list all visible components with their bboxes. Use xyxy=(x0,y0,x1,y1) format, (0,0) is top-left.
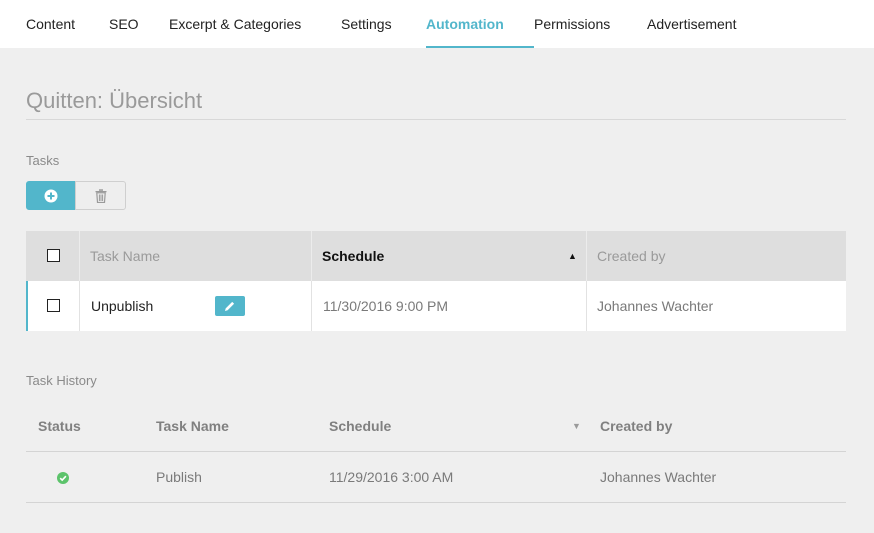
column-header-task-name[interactable]: Task Name xyxy=(156,401,229,451)
sort-ascending-icon: ▲ xyxy=(568,251,577,261)
task-name: Unpublish xyxy=(91,298,154,314)
select-all-checkbox[interactable] xyxy=(47,249,60,262)
add-task-button[interactable] xyxy=(26,181,76,210)
title-divider xyxy=(26,119,846,120)
history-schedule: 11/29/2016 3:00 AM xyxy=(329,469,454,485)
row-checkbox[interactable] xyxy=(47,299,60,312)
success-check-icon xyxy=(57,472,69,484)
schedule-cell: 11/30/2016 9:00 PM xyxy=(311,281,586,331)
select-all-cell xyxy=(26,231,79,281)
trash-icon xyxy=(95,189,107,203)
history-task-name: Publish xyxy=(156,469,202,485)
table-row[interactable]: Unpublish 11/30/2016 9:00 PM Johannes Wa… xyxy=(26,281,846,331)
created-by-cell: Johannes Wachter xyxy=(586,281,846,331)
tab-seo[interactable]: SEO xyxy=(109,0,139,48)
tasks-table-header: Task Name Schedule ▲ Created by xyxy=(26,231,846,281)
column-header-task-name[interactable]: Task Name xyxy=(79,231,311,281)
task-history-header: Status Task Name Schedule ▼ Created by xyxy=(26,401,846,452)
sort-descending-icon: ▼ xyxy=(572,421,581,431)
task-history-section-label: Task History xyxy=(26,373,97,388)
task-history-table: Status Task Name Schedule ▼ Created by P… xyxy=(26,401,846,503)
tasks-section-label: Tasks xyxy=(26,153,60,168)
tab-content[interactable]: Content xyxy=(26,0,75,48)
tab-advertisement[interactable]: Advertisement xyxy=(647,0,736,48)
row-select-cell xyxy=(28,281,81,331)
column-header-status[interactable]: Status xyxy=(38,401,81,451)
page-title: Quitten: Übersicht xyxy=(26,88,203,113)
column-header-schedule-label: Schedule xyxy=(322,248,385,264)
top-tab-bar: Content SEO Excerpt & Categories Setting… xyxy=(0,0,874,48)
task-name-cell: Unpublish xyxy=(79,281,311,331)
tasks-table: Task Name Schedule ▲ Created by Unpublis… xyxy=(26,231,846,331)
tab-permissions[interactable]: Permissions xyxy=(534,0,610,48)
tab-settings[interactable]: Settings xyxy=(341,0,392,48)
delete-task-button[interactable] xyxy=(75,181,126,210)
tab-excerpt-categories[interactable]: Excerpt & Categories xyxy=(169,0,301,48)
pencil-icon xyxy=(225,301,235,311)
active-tab-indicator xyxy=(426,46,534,48)
column-header-schedule[interactable]: Schedule ▲ xyxy=(311,231,586,281)
plus-circle-icon xyxy=(44,189,58,203)
column-header-schedule[interactable]: Schedule xyxy=(329,401,391,451)
table-row: Publish 11/29/2016 3:00 AM Johannes Wach… xyxy=(26,452,846,503)
edit-task-button[interactable] xyxy=(215,296,245,316)
tab-automation[interactable]: Automation xyxy=(426,0,504,48)
column-header-created-by[interactable]: Created by xyxy=(600,401,672,451)
history-created-by: Johannes Wachter xyxy=(600,469,717,485)
column-header-created-by[interactable]: Created by xyxy=(586,231,846,281)
